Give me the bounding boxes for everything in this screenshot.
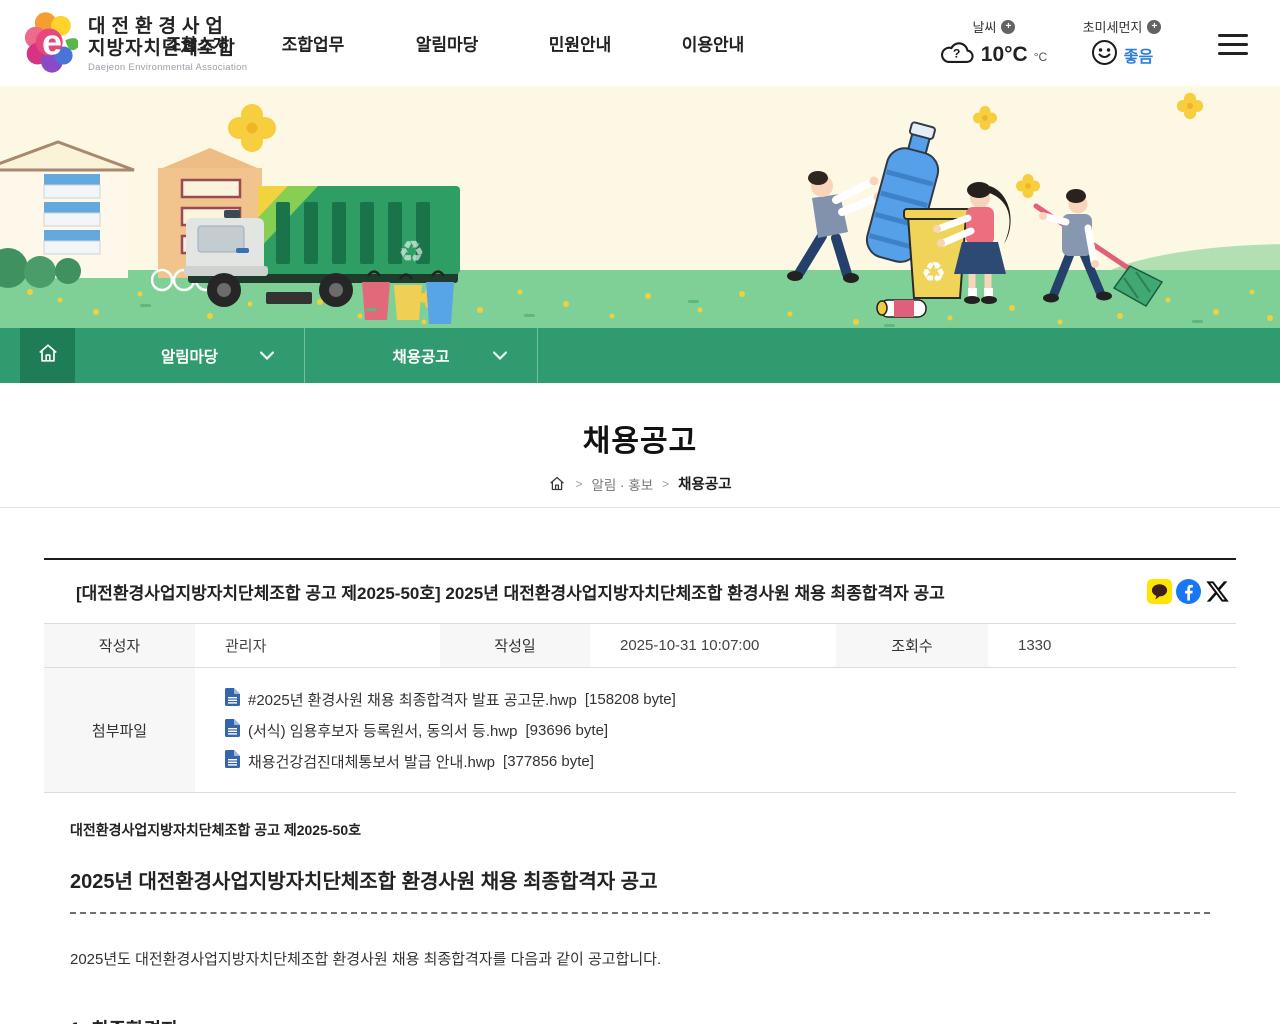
announcement-intro: 2025년도 대전환경사업지방자치단체조합 환경사원 채용 최종합격자를 다음과… (70, 951, 662, 968)
views-label: 조회수 (836, 624, 988, 667)
nav-item-news[interactable]: 알림마당 (416, 31, 479, 56)
subnav-home-button[interactable] (20, 328, 75, 383)
attachment-link[interactable]: 채용건강검진대체통보서 발급 안내.hwp [377856 byte] (225, 750, 1236, 772)
fine-dust-widget: 초미세먼지 + 좋음 (1062, 17, 1182, 71)
subnav-category-label: 알림마당 (160, 348, 219, 366)
document-icon (225, 750, 240, 772)
svg-text:e: e (42, 22, 62, 63)
chevron-down-icon (259, 347, 275, 365)
logo-subtitle: Daejeon Environmental Association (88, 61, 248, 73)
fine-dust-expand-button[interactable]: + (1147, 19, 1162, 34)
attachments-row: 첨부파일 #2025년 환경사원 채용 최종합격자 발표 공고문.hwp [15… (44, 668, 1236, 793)
chevron-down-icon (492, 347, 508, 365)
weather-label: 날씨 (972, 20, 997, 35)
nav-item-civil[interactable]: 민원안내 (549, 31, 612, 56)
date-label: 작성일 (440, 624, 590, 667)
announcement-heading: 2025년 대전환경사업지방자치단체조합 환경사원 채용 최종합격자 공고 (70, 871, 658, 893)
temperature-unit: °C (1033, 49, 1048, 64)
article-content: [대전환경사업지방자치단체조합 공고 제2025-50호] 2025년 대전환경… (44, 558, 1236, 1024)
breadcrumb: > 알림 · 홍보 > 채용공고 (548, 473, 732, 494)
page-head: 채용공고 > 알림 · 홍보 > 채용공고 (0, 383, 1280, 508)
author-label: 작성자 (44, 624, 195, 667)
breadcrumb-item-news[interactable]: 알림 · 홍보 (591, 474, 653, 494)
dust-status-badge: 좋음 (1123, 49, 1154, 66)
weather-widget: 날씨 + ? 10°C °C (938, 17, 1050, 70)
svg-text:?: ? (953, 47, 961, 61)
dashed-divider (70, 912, 1210, 914)
hero-illustration: ♻ ♻ (0, 86, 1280, 344)
share-buttons (1147, 579, 1230, 604)
temperature-value: 10°C (980, 42, 1028, 66)
attachment-size: [93696 byte] (525, 721, 609, 739)
breadcrumb-separator: > (662, 476, 670, 491)
subnav-dropdown-category[interactable]: 알림마당 (75, 328, 305, 383)
page-title: 채용공고 (582, 425, 698, 458)
hamburger-menu-icon[interactable] (1218, 34, 1248, 55)
views-value: 1330 (1018, 637, 1052, 654)
site-header: e 대전환경사업 지방자치단체조합 Daejeon Environmental … (0, 0, 1280, 86)
attachment-name: #2025년 환경사원 채용 최종합격자 발표 공고문.hwp (248, 691, 577, 709)
home-icon (37, 342, 59, 369)
document-icon (225, 688, 240, 710)
weather-expand-button[interactable]: + (1001, 19, 1016, 34)
breadcrumb-subnav-bar: 알림마당 채용공고 (0, 328, 1280, 383)
attachment-size: [377856 byte] (503, 752, 594, 770)
section-1-title: 1. 최종합격자 (70, 1015, 1236, 1024)
x-share-icon[interactable] (1205, 579, 1230, 604)
subnav-dropdown-page[interactable]: 채용공고 (305, 328, 538, 383)
facebook-share-icon[interactable] (1176, 579, 1201, 604)
breadcrumb-separator: > (575, 476, 583, 491)
svg-text:♻: ♻ (398, 236, 425, 269)
kakao-share-icon[interactable] (1147, 579, 1172, 604)
nav-item-business[interactable]: 조합업무 (282, 31, 345, 56)
document-icon (225, 719, 240, 741)
notice-number: 대전환경사업지방자치단체조합 공고 제2025-50호 (70, 822, 361, 838)
svg-text:♻: ♻ (921, 257, 946, 288)
date-value: 2025-10-31 10:07:00 (620, 637, 760, 654)
cloud-question-icon: ? (940, 39, 975, 70)
smiley-icon (1091, 39, 1118, 71)
breadcrumb-item-current[interactable]: 채용공고 (678, 473, 731, 494)
fine-dust-label: 초미세먼지 (1082, 20, 1143, 35)
attachment-size: [158208 byte] (584, 690, 676, 708)
author-value: 관리자 (225, 638, 267, 655)
article-title: [대전환경사업지방자치단체조합 공고 제2025-50호] 2025년 대전환경… (76, 584, 945, 603)
subnav-page-label: 채용공고 (392, 348, 450, 366)
attachment-link[interactable]: #2025년 환경사원 채용 최종합격자 발표 공고문.hwp [158208 … (225, 688, 1236, 710)
logo-blob-icon: e (24, 10, 79, 79)
attachment-link[interactable]: (서식) 임용후보자 등록원서, 동의서 등.hwp [93696 byte] (225, 719, 1236, 741)
article-title-row: [대전환경사업지방자치단체조합 공고 제2025-50호] 2025년 대전환경… (44, 558, 1236, 623)
attachment-name: (서식) 임용후보자 등록원서, 동의서 등.hwp (248, 722, 518, 740)
article-meta-row: 작성자 관리자 작성일 2025-10-31 10:07:00 조회수 1330 (44, 623, 1236, 668)
breadcrumb-home-icon[interactable] (548, 475, 566, 492)
nav-item-about[interactable]: 조합소개 (166, 31, 229, 56)
attachments-label: 첨부파일 (44, 668, 195, 792)
attachment-name: 채용건강검진대체통보서 발급 안내.hwp (248, 753, 496, 771)
nav-item-guide[interactable]: 이용안내 (682, 31, 745, 56)
